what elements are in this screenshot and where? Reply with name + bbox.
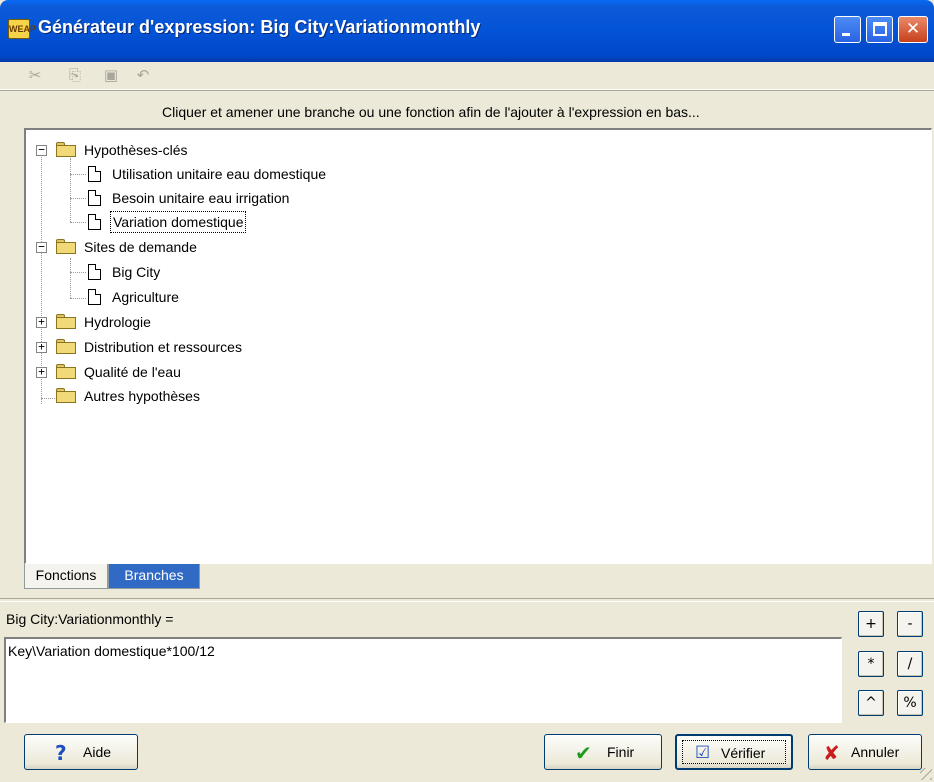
scissors-icon[interactable]: ✂	[24, 65, 46, 85]
title-bar[interactable]: WEAP Générateur d'expression: Big City:V…	[0, 0, 934, 62]
tree-node-agriculture[interactable]: Agriculture	[26, 286, 326, 308]
minimize-button[interactable]	[834, 16, 861, 43]
folder-icon	[56, 239, 76, 254]
tree-node-label: Big City	[112, 264, 161, 280]
tree-node-besoin[interactable]: Besoin unitaire eau irrigation	[26, 187, 386, 209]
tree-node-big-city[interactable]: Big City	[26, 261, 326, 283]
tree-node-variation[interactable]: Variation domestique	[26, 211, 386, 233]
copy-icon[interactable]: ⎘	[64, 65, 86, 85]
document-icon	[88, 166, 101, 182]
expand-icon[interactable]: +	[36, 341, 47, 353]
help-button-label: Aide	[83, 744, 112, 760]
tree-node-label: Besoin unitaire eau irrigation	[112, 190, 290, 206]
app-icon: WEAP	[8, 19, 36, 39]
tree-node-hydrologie[interactable]: + Hydrologie	[26, 311, 326, 333]
tree-node-qualite[interactable]: + Qualité de l'eau	[26, 361, 326, 383]
folder-icon	[56, 339, 76, 354]
verify-button-label: Vérifier	[721, 745, 766, 761]
expression-label: Big City:Variationmonthly =	[6, 611, 174, 627]
tree-node-label: Sites de demande	[84, 239, 197, 255]
tab-branches[interactable]: Branches	[108, 564, 200, 589]
finish-button[interactable]: ✔ Finir	[544, 734, 662, 770]
tree-node-distribution[interactable]: + Distribution et ressources	[26, 336, 326, 358]
percent-button[interactable]: %	[897, 690, 923, 716]
document-icon	[88, 264, 101, 280]
tree-node-label: Agriculture	[112, 289, 179, 305]
tree-node-autres[interactable]: Autres hypothèses	[26, 385, 326, 407]
tree-node-label-selected: Variation domestique	[110, 211, 247, 233]
undo-icon[interactable]: ↶	[132, 65, 154, 85]
tree-node-utilisation[interactable]: Utilisation unitaire eau domestique	[26, 163, 386, 185]
tree-node-label: Qualité de l'eau	[84, 364, 181, 380]
tree-node-label: Utilisation unitaire eau domestique	[112, 166, 327, 182]
tree-node-label: Hypothèses-clés	[84, 142, 188, 158]
plus-button[interactable]: +	[858, 611, 884, 637]
minimize-icon	[842, 33, 850, 36]
folder-icon	[56, 314, 76, 329]
finish-button-label: Finir	[607, 744, 635, 760]
tab-fonctions[interactable]: Fonctions	[24, 564, 108, 589]
help-button[interactable]: ? Aide	[24, 734, 138, 770]
power-button[interactable]: ^	[858, 690, 884, 716]
cancel-x-icon: ✘	[823, 741, 840, 765]
collapse-icon[interactable]: −	[36, 144, 47, 156]
expression-editor[interactable]: Key\Variation domestique*100/12	[4, 637, 842, 723]
checkmark-icon: ✔	[575, 741, 592, 765]
tree-node-label: Distribution et ressources	[84, 339, 242, 355]
multiply-button[interactable]: *	[858, 651, 884, 677]
document-icon	[88, 214, 101, 230]
close-button[interactable]: ✕	[898, 16, 928, 43]
close-icon: ✕	[905, 19, 921, 39]
tree-node-sites[interactable]: − Sites de demande	[26, 236, 326, 258]
tree-node-hypotheses[interactable]: − Hypothèses-clés	[26, 139, 326, 161]
collapse-icon[interactable]: −	[36, 241, 47, 253]
tree-node-label: Hydrologie	[84, 314, 151, 330]
branch-tree-panel[interactable]: − Hypothèses-clés Utilisation unitaire e…	[24, 128, 932, 564]
expand-icon[interactable]: +	[36, 366, 47, 378]
cancel-button-label: Annuler	[851, 744, 900, 760]
folder-icon	[56, 364, 76, 379]
verify-icon: ☑	[695, 743, 711, 763]
window-title: Générateur d'expression: Big City:Variat…	[38, 17, 481, 37]
instruction-text: Cliquer et amener une branche ou une fon…	[162, 104, 700, 120]
toolbar: ✂ ⎘ ▣ ↶	[0, 62, 934, 90]
cancel-button[interactable]: ✘ Annuler	[808, 734, 922, 770]
divide-button[interactable]: /	[897, 651, 923, 677]
resize-grip-icon[interactable]	[920, 768, 932, 780]
verify-button[interactable]: ☑ Vérifier	[675, 734, 793, 770]
minus-button[interactable]: -	[897, 611, 923, 637]
paste-icon[interactable]: ▣	[100, 65, 122, 85]
folder-icon	[56, 142, 76, 157]
question-mark-icon: ?	[55, 741, 67, 765]
maximize-button[interactable]	[866, 16, 893, 43]
document-icon	[88, 289, 101, 305]
tree-node-label: Autres hypothèses	[84, 388, 200, 404]
branch-tree: − Hypothèses-clés Utilisation unitaire e…	[26, 130, 931, 563]
folder-icon	[56, 388, 76, 403]
maximize-icon	[873, 22, 887, 36]
expand-icon[interactable]: +	[36, 316, 47, 328]
document-icon	[88, 190, 101, 206]
splitter[interactable]	[0, 598, 934, 602]
